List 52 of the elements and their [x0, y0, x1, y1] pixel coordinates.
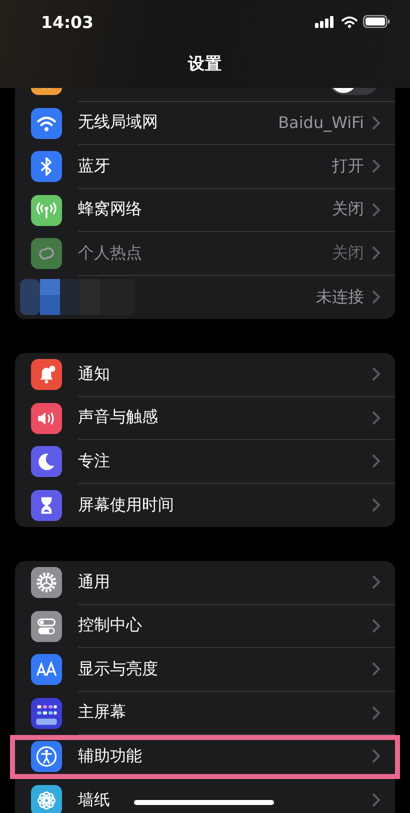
page-title: 设置 — [188, 53, 222, 75]
hotspot-icon — [31, 238, 62, 270]
row-label[interactable]: 声音与触感 — [78, 407, 372, 428]
wifi-icon — [341, 16, 358, 28]
chevron-icon — [372, 575, 381, 590]
row-value: 关闭 — [332, 199, 364, 220]
chevron-icon — [372, 662, 381, 676]
general-icon — [31, 567, 62, 598]
chevron-icon — [372, 793, 381, 808]
wallpaper-icon — [31, 784, 62, 813]
row-label[interactable]: 墙纸 — [78, 790, 372, 811]
cellular-icon — [31, 194, 62, 226]
battery-icon — [363, 15, 390, 28]
notifications-icon — [31, 359, 62, 390]
chevron-icon — [372, 749, 381, 764]
chevron-icon — [372, 706, 381, 720]
chevron-icon — [372, 159, 381, 174]
row-label[interactable]: 显示与亮度 — [78, 658, 372, 680]
focus-icon — [31, 446, 62, 478]
chevron-icon — [372, 367, 381, 382]
row-value: 关闭 — [332, 242, 364, 264]
row-label[interactable]: 通用 — [78, 572, 372, 593]
sounds-icon — [31, 402, 62, 434]
row-label[interactable]: 控制中心 — [78, 615, 372, 636]
row-label[interactable]: 主屏幕 — [78, 702, 372, 724]
wifi-icon — [31, 108, 62, 139]
chevron-icon — [372, 618, 381, 633]
display-icon — [31, 654, 62, 686]
signal-icon — [315, 16, 336, 28]
chevron-icon — [372, 454, 381, 468]
chevron-icon — [372, 410, 381, 425]
row-value: Baidu_WiFi — [278, 113, 364, 132]
chevron-icon — [372, 116, 381, 130]
chevron-icon — [372, 246, 381, 260]
chevron-icon — [372, 202, 381, 217]
row-label[interactable]: 通知 — [78, 364, 372, 385]
status-time: 14:03 — [41, 13, 94, 32]
row-value: 未连接 — [316, 286, 364, 308]
chevron-icon — [372, 290, 381, 304]
controlcenter-icon — [31, 610, 62, 642]
row-value: 打开 — [332, 156, 364, 177]
row-label[interactable]: 辅助功能 — [78, 746, 372, 767]
bluetooth-icon — [31, 151, 62, 182]
screentime-icon — [31, 490, 62, 521]
accessibility-icon — [31, 741, 62, 772]
row-label[interactable]: 蜂窝网络 — [78, 199, 332, 220]
row-label[interactable]: 蓝牙 — [78, 156, 332, 177]
row-label[interactable]: 屏幕使用时间 — [78, 494, 372, 516]
row-label[interactable]: 专注 — [78, 450, 372, 472]
row-label[interactable]: 无线局域网 — [78, 112, 278, 134]
chevron-icon — [372, 498, 381, 512]
homescreen-icon — [31, 698, 62, 729]
